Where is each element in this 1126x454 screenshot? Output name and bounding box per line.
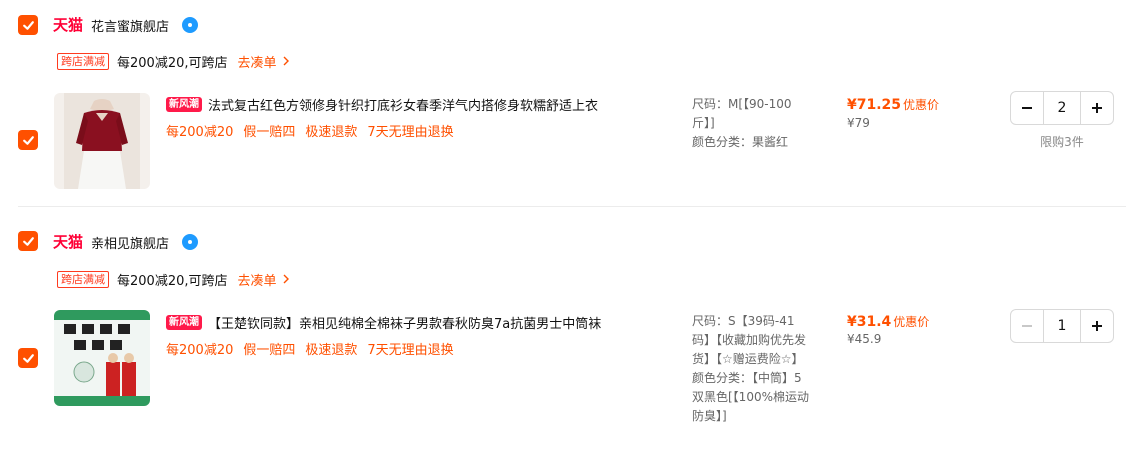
item-title[interactable]: 【王楚钦同款】亲相见纯棉全棉袜子男款春秋防臭7a抗菌男士中筒袜	[208, 313, 601, 332]
store-name[interactable]: 亲相见旗舰店	[91, 233, 169, 252]
minus-icon	[1022, 107, 1032, 109]
price-now-value: ¥71.25	[847, 97, 902, 113]
service-tag: 假一赔四	[243, 125, 296, 140]
service-tag: 每200减20	[166, 343, 234, 358]
quantity-value[interactable]: 1	[1043, 310, 1081, 342]
store-divider	[18, 206, 1126, 207]
promo-tag: 跨店满减	[57, 270, 109, 288]
price-label: 优惠价	[903, 98, 940, 112]
promo-text: 每200减20,可跨店	[117, 273, 228, 289]
price-original: ¥45.9	[847, 332, 882, 346]
sku-info[interactable]: 尺码：S【39码-41码】【收藏加购优先发货】【☆赠运费险☆】 颜色分类：【中筒…	[692, 312, 810, 426]
check-icon	[22, 135, 34, 145]
check-icon	[22, 353, 34, 363]
new-trend-badge: 新风潮	[166, 96, 202, 112]
service-tag: 7天无理由退换	[367, 343, 454, 358]
sku-size: 尺码：M[【90-100斤】]	[692, 97, 792, 130]
item-title[interactable]: 法式复古红色方领修身针织打底衫女春季洋气内搭修身软糯舒适上衣	[208, 95, 598, 114]
add-more-link[interactable]: 去凑单	[238, 52, 290, 71]
add-more-label: 去凑单	[237, 55, 277, 71]
price-now-value: ¥31.4	[847, 314, 892, 330]
decrease-button[interactable]	[1011, 310, 1043, 342]
service-tag: 每200减20	[166, 125, 234, 140]
product-image[interactable]	[54, 93, 150, 189]
sku-size: 尺码：S【39码-41码】【收藏加购优先发货】【☆赠运费险☆】	[692, 314, 807, 366]
item-1-checkbox[interactable]	[18, 130, 38, 150]
sku-color: 颜色分类：果酱红	[692, 135, 789, 149]
quantity-stepper: 1	[1010, 309, 1114, 343]
service-tags: 每200减20 假一赔四 极速退款 7天无理由退换	[166, 121, 464, 140]
price-original: ¥79	[847, 116, 870, 130]
plus-icon	[1092, 103, 1102, 113]
service-tag: 假一赔四	[243, 343, 296, 358]
price-label: 优惠价	[893, 315, 930, 329]
promo-row: 跨店满减 每200减20,可跨店 去凑单	[57, 270, 290, 289]
store-name[interactable]: 花言蜜旗舰店	[91, 16, 169, 35]
service-tag: 7天无理由退换	[367, 125, 454, 140]
promo-text: 每200减20,可跨店	[117, 55, 228, 71]
quantity-value[interactable]: 2	[1043, 92, 1081, 124]
service-tag: 极速退款	[305, 343, 358, 358]
product-image[interactable]	[54, 310, 150, 406]
promo-row: 跨店满减 每200减20,可跨店 去凑单	[57, 52, 290, 71]
promo-tag: 跨店满减	[57, 52, 109, 70]
tmall-logo: 天猫	[53, 16, 84, 34]
increase-button[interactable]	[1081, 310, 1113, 342]
sku-color: 颜色分类：【中筒】5双黑色[【100%棉运动防臭】]	[692, 371, 809, 423]
chevron-right-icon	[283, 274, 289, 284]
price-now: ¥71.25 优惠价	[847, 96, 939, 113]
minus-icon	[1022, 325, 1032, 327]
increase-button[interactable]	[1081, 92, 1113, 124]
store-1-checkbox[interactable]	[18, 15, 38, 35]
plus-icon	[1092, 321, 1102, 331]
store-badge-icon	[182, 234, 198, 250]
add-more-label: 去凑单	[237, 273, 277, 289]
new-trend-badge: 新风潮	[166, 314, 202, 330]
sku-info[interactable]: 尺码：M[【90-100斤】] 颜色分类：果酱红	[692, 95, 810, 152]
check-icon	[22, 20, 34, 30]
decrease-button[interactable]	[1011, 92, 1043, 124]
service-tags: 每200减20 假一赔四 极速退款 7天无理由退换	[166, 339, 464, 358]
chevron-right-icon	[283, 56, 289, 66]
check-icon	[22, 236, 34, 246]
add-more-link[interactable]: 去凑单	[238, 270, 290, 289]
purchase-limit: 限购3件	[1040, 135, 1084, 149]
store-badge-icon	[182, 17, 198, 33]
quantity-stepper: 2	[1010, 91, 1114, 125]
tmall-logo: 天猫	[53, 233, 84, 251]
item-2-checkbox[interactable]	[18, 348, 38, 368]
price-now: ¥31.4 优惠价	[847, 313, 929, 330]
service-tag: 极速退款	[305, 125, 358, 140]
store-2-checkbox[interactable]	[18, 231, 38, 251]
